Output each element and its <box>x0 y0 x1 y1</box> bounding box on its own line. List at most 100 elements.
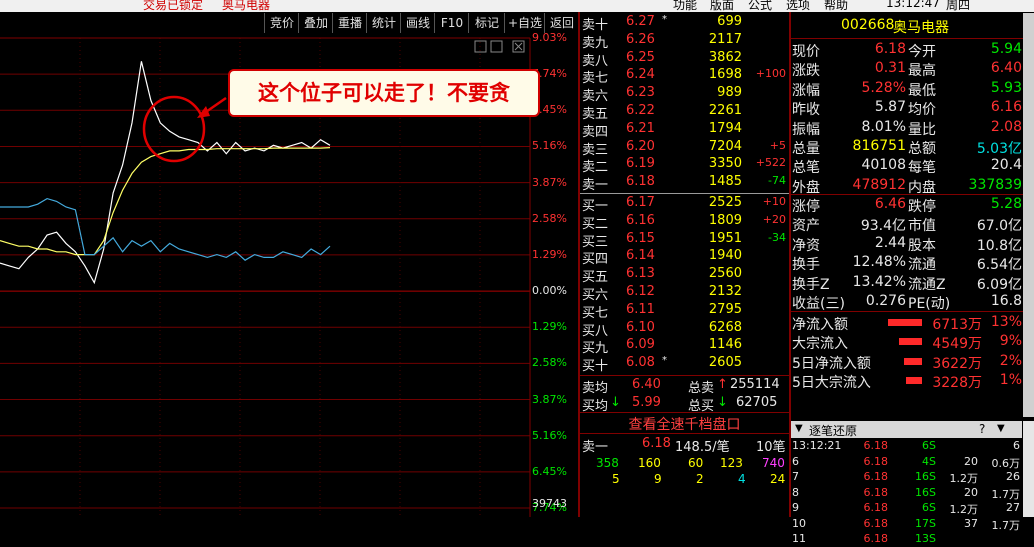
bid-label: 买九 <box>582 341 609 357</box>
queue-row-2: 5 9 2 4 24 <box>580 472 790 490</box>
ask-label: 卖二 <box>582 160 609 176</box>
menu-layout[interactable]: 版面 <box>710 0 734 12</box>
flow-label: 净流入额 <box>792 317 848 333</box>
ask-row[interactable]: 卖九 6.26 2117 <box>580 31 790 51</box>
quote-value: 5.94 <box>990 41 1022 57</box>
menu-function[interactable]: 功能 <box>673 0 697 12</box>
menu-options[interactable]: 选项 <box>786 0 810 12</box>
queue-cell: 4 <box>738 472 746 486</box>
bid-label: 买七 <box>582 305 609 321</box>
quote-label: 换手 <box>792 257 820 274</box>
ask-label: 卖五 <box>582 107 609 122</box>
ask-volume: 2261 <box>708 103 742 118</box>
bid-row[interactable]: 买七 6.11 2795 <box>580 302 790 321</box>
total-buy-value: 62705 <box>736 395 778 410</box>
flow-value: 3622万 <box>932 355 982 372</box>
stock-code: 002668 <box>841 17 895 33</box>
add-favorite-button[interactable]: +自选 <box>504 13 545 33</box>
ask-row[interactable]: 卖十 6.27 * 699 <box>580 14 790 33</box>
ask-row[interactable]: 卖六 6.23 989 <box>580 85 790 104</box>
quote-label: 收益(三) <box>792 296 845 312</box>
bid-volume: 2605 <box>708 355 742 371</box>
tick-cell: 27 <box>1006 501 1020 514</box>
quote-label: 总额 <box>908 141 936 157</box>
ask-row[interactable]: 卖一 6.18 1485 -74 <box>580 174 790 193</box>
menu-formula[interactable]: 公式 <box>748 0 772 12</box>
collapse-triangle-icon[interactable]: ▼ <box>795 423 803 434</box>
bid-row[interactable]: 买五 6.13 2560 <box>580 266 790 285</box>
bid-price: 6.14 <box>626 248 655 264</box>
bid-row[interactable]: 买九 6.09 1146 <box>580 337 790 357</box>
volume-max-label: 39743 <box>532 497 567 510</box>
flow-value: 3228万 <box>932 375 982 392</box>
bid-average-row: 买均 ↓ 5.99 总买 ↓ 62705 <box>580 395 790 414</box>
tick-row: 6 6.18 4S 20 0.6万 <box>792 455 1022 470</box>
quote-row: 收益(三) 0.276 PE(动) 16.8 <box>792 293 1032 312</box>
ask-row[interactable]: 卖三 6.20 7204 +5 <box>580 138 790 158</box>
ask-label: 卖九 <box>582 35 609 51</box>
quote-row: 振幅 8.01% 量比 2.08 <box>792 119 1032 138</box>
ask-mark: * <box>662 14 667 25</box>
tick-cell: 6 <box>1013 439 1020 452</box>
dropdown-triangle-icon[interactable]: ▼ <box>997 423 1005 434</box>
ask-price: 6.23 <box>626 85 655 101</box>
quote-label: PE(动) <box>908 296 951 312</box>
y-axis-label: 6.45% <box>532 464 567 478</box>
y-axis-label: 0.00% <box>532 284 567 298</box>
y-axis-label: 3.87% <box>532 392 567 406</box>
overlay-button[interactable]: 叠加 <box>298 13 333 33</box>
quote-label: 最高 <box>908 63 936 80</box>
tick-cell: 6.18 <box>863 485 889 499</box>
ask-row[interactable]: 卖七 6.24 1698 +100 <box>580 67 790 86</box>
ask-volume: 1485 <box>708 174 742 190</box>
queue-cell: 2 <box>696 472 704 486</box>
ask-row[interactable]: 卖五 6.22 2261 <box>580 103 790 122</box>
quote-label: 涨跌 <box>792 63 820 80</box>
stats-button[interactable]: 统计 <box>366 13 401 33</box>
ask-price: 6.26 <box>626 31 655 47</box>
menu-help[interactable]: 帮助 <box>824 0 848 12</box>
quote-label: 内盘 <box>908 179 936 196</box>
quote-label: 股本 <box>908 237 936 254</box>
bid-row[interactable]: 买四 6.14 1940 <box>580 248 790 267</box>
ask-price: 6.20 <box>626 138 655 154</box>
full-depth-link[interactable]: 查看全速千档盘口 <box>580 414 789 433</box>
ask-label: 卖三 <box>582 142 609 158</box>
bid-price: 6.16 <box>626 212 655 228</box>
ask-row[interactable]: 卖四 6.21 1794 <box>580 121 790 140</box>
y-axis-label: 9.03% <box>532 31 567 44</box>
ticks-scrollbar[interactable] <box>1023 421 1034 517</box>
bid-row[interactable]: 买六 6.12 2132 <box>580 284 790 303</box>
flow-row: 5日净流入额 3622万 2% <box>792 353 1032 372</box>
flow-label: 大宗流入 <box>792 336 848 353</box>
quote-row: 涨跌 0.31 最高 6.40 <box>792 60 1032 80</box>
draw-line-button[interactable]: 画线 <box>400 13 435 33</box>
back-button[interactable]: 返回 <box>544 13 579 33</box>
bid-row[interactable]: 买一 6.17 2525 +10 <box>580 195 790 214</box>
ask-row[interactable]: 卖二 6.19 3350 +522 <box>580 156 790 176</box>
quote-label: 涨停 <box>792 199 820 215</box>
lock-status: 交易已锁定 <box>143 0 204 12</box>
total-sell-arrow-up-icon: ↑ <box>717 377 728 392</box>
quote-value: 5.28 <box>990 196 1022 212</box>
f10-button[interactable]: F10 <box>434 13 469 33</box>
bid-row[interactable]: 买十 6.08 * 2605 <box>580 355 790 374</box>
quote-label: 最低 <box>908 82 936 99</box>
bid-row[interactable]: 买二 6.16 1809 +20 <box>580 212 790 232</box>
auction-button[interactable]: 竞价 <box>264 13 299 33</box>
ask-row[interactable]: 卖八 6.25 3862 <box>580 50 790 69</box>
tick-cell: 16S <box>915 470 936 483</box>
mark-button[interactable]: 标记 <box>468 13 505 33</box>
right-scrollbar[interactable] <box>1023 13 1034 417</box>
bid-row[interactable]: 买八 6.10 6268 <box>580 320 790 339</box>
bid-volume: 2525 <box>708 195 742 210</box>
ask-volume: 1698 <box>708 67 742 83</box>
replay-button[interactable]: 重播 <box>332 13 367 33</box>
bid-row[interactable]: 买三 6.15 1951 -34 <box>580 231 790 250</box>
tick-cell: 4S <box>922 454 936 468</box>
help-icon[interactable]: ? <box>979 422 985 436</box>
clock-time: 13:12:47 <box>886 0 940 10</box>
tick-cell: 10 <box>792 516 806 530</box>
bid-label: 买一 <box>582 199 609 214</box>
sell1-order-count: 10笔 <box>756 440 786 455</box>
